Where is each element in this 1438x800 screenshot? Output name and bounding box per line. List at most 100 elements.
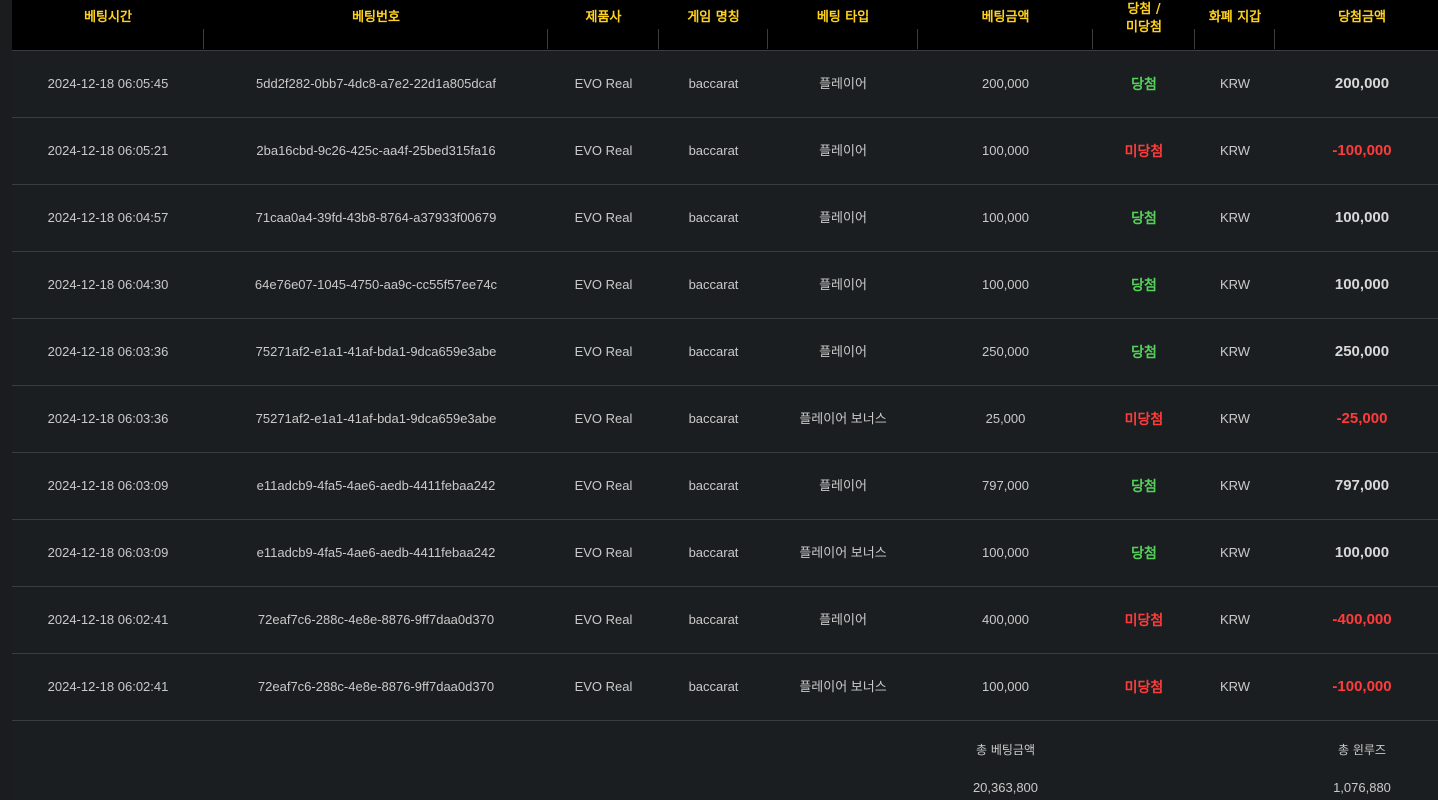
header-provider[interactable]: 제품사 [548, 0, 659, 50]
header-game-name[interactable]: 게임 명칭 [659, 0, 768, 50]
result-cell: 미당첨 [1124, 679, 1164, 695]
table-row[interactable]: 2024-12-18 06:03:36 75271af2-e1a1-41af-bd… [12, 386, 1438, 453]
header-currency-label: 화폐 지갑 [1208, 10, 1262, 25]
header-bet-type[interactable]: 베팅 타입 [768, 0, 918, 50]
bet-time-cell: 2024-12-18 06:03:09 [47, 545, 169, 560]
game-name-cell: baccarat [688, 143, 739, 158]
bet-time-cell: 2024-12-18 06:03:36 [47, 344, 169, 359]
table-row[interactable]: 2024-12-18 06:02:41 72eaf7c6-288c-4e8e-88… [12, 654, 1438, 721]
currency-cell: KRW [1219, 545, 1251, 560]
provider-cell: EVO Real [574, 411, 633, 426]
header-bet-amount[interactable]: 베팅금액 [918, 0, 1093, 50]
provider-cell: EVO Real [574, 76, 633, 91]
win-amount-cell: 797,000 [1334, 477, 1390, 494]
currency-cell: KRW [1219, 143, 1251, 158]
result-cell: 당첨 [1131, 76, 1157, 92]
result-cell: 미당첨 [1124, 411, 1164, 427]
bet-time-cell: 2024-12-18 06:03:36 [47, 411, 169, 426]
result-cell: 당첨 [1131, 277, 1157, 293]
header-result[interactable]: 당첨 / 미당첨 [1093, 0, 1195, 50]
bet-type-cell: 플레이어 보너스 [799, 411, 887, 426]
total-bet-label: 총 베팅금액 [975, 743, 1035, 757]
win-amount-cell: 100,000 [1334, 276, 1390, 293]
bet-id-cell: 75271af2-e1a1-41af-bda1-9dca659e3abe [255, 411, 497, 426]
currency-cell: KRW [1219, 612, 1251, 627]
result-cell: 당첨 [1131, 478, 1157, 494]
result-cell: 당첨 [1131, 210, 1157, 226]
bet-type-cell: 플레이어 [819, 344, 867, 359]
bet-amount-cell: 400,000 [982, 612, 1029, 627]
header-provider-label: 제품사 [585, 10, 622, 25]
win-amount-cell: 100,000 [1334, 209, 1390, 226]
total-winloss-label: 총 윈루즈 [1338, 743, 1386, 757]
bet-type-cell: 플레이어 [819, 210, 867, 225]
table-row[interactable]: 2024-12-18 06:03:36 75271af2-e1a1-41af-bd… [12, 319, 1438, 386]
currency-cell: KRW [1219, 210, 1251, 225]
game-name-cell: baccarat [688, 545, 739, 560]
bet-amount-cell: 100,000 [982, 210, 1029, 225]
header-result-line2: 미당첨 [1126, 20, 1162, 35]
table-row[interactable]: 2024-12-18 06:03:09 e11adcb9-4fa5-4ae6-ae… [12, 520, 1438, 587]
header-result-line1: 당첨 / [1127, 2, 1161, 17]
bet-id-cell: 72eaf7c6-288c-4e8e-8876-9ff7daa0d370 [257, 679, 495, 694]
game-name-cell: baccarat [688, 210, 739, 225]
bet-id-cell: 75271af2-e1a1-41af-bda1-9dca659e3abe [255, 344, 497, 359]
win-amount-cell: -100,000 [1332, 142, 1392, 159]
table-footer-totals: 총 베팅금액 20,363,800 총 윈루즈 1,076,880 [12, 721, 1438, 800]
bet-time-cell: 2024-12-18 06:02:41 [47, 679, 169, 694]
bet-amount-cell: 250,000 [982, 344, 1029, 359]
win-amount-cell: -400,000 [1332, 611, 1392, 628]
table-row[interactable]: 2024-12-18 06:02:41 72eaf7c6-288c-4e8e-88… [12, 587, 1438, 654]
bet-amount-cell: 100,000 [982, 679, 1029, 694]
game-name-cell: baccarat [688, 679, 739, 694]
win-amount-cell: 100,000 [1334, 544, 1390, 561]
header-win-amount-label: 당첨금액 [1338, 10, 1386, 25]
header-currency[interactable]: 화폐 지갑 [1195, 0, 1275, 50]
provider-cell: EVO Real [574, 344, 633, 359]
left-edge [0, 0, 12, 800]
header-game-name-label: 게임 명칭 [687, 10, 740, 25]
table-row[interactable]: 2024-12-18 06:05:45 5dd2f282-0bb7-4dc8-a7… [12, 51, 1438, 118]
provider-cell: EVO Real [574, 143, 633, 158]
bet-id-cell: 5dd2f282-0bb7-4dc8-a7e2-22d1a805dcaf [256, 76, 496, 91]
header-bet-id[interactable]: 베팅번호 [204, 0, 548, 50]
bet-id-cell: e11adcb9-4fa5-4ae6-aedb-4411febaa242 [256, 545, 496, 560]
table-header: 베팅시간 베팅번호 제품사 게임 명칭 베팅 타입 베팅금액 당첨 / 미당첨 … [12, 0, 1438, 51]
result-cell: 미당첨 [1124, 612, 1164, 628]
bet-amount-cell: 100,000 [982, 277, 1029, 292]
table-row[interactable]: 2024-12-18 06:04:57 71caa0a4-39fd-43b8-87… [12, 185, 1438, 252]
currency-cell: KRW [1219, 76, 1251, 91]
win-amount-cell: 250,000 [1334, 343, 1390, 360]
win-amount-cell: -25,000 [1336, 410, 1388, 427]
header-win-amount[interactable]: 당첨금액 [1275, 0, 1438, 50]
bet-type-cell: 플레이어 [819, 143, 867, 158]
bet-type-cell: 플레이어 보너스 [799, 679, 887, 694]
bet-id-cell: 2ba16cbd-9c26-425c-aa4f-25bed315fa16 [256, 143, 496, 158]
bet-type-cell: 플레이어 [819, 277, 867, 292]
bet-history-table: 베팅시간 베팅번호 제품사 게임 명칭 베팅 타입 베팅금액 당첨 / 미당첨 … [12, 0, 1438, 800]
result-cell: 미당첨 [1124, 143, 1164, 159]
result-cell: 당첨 [1131, 344, 1157, 360]
header-bet-time[interactable]: 베팅시간 [12, 0, 204, 50]
game-name-cell: baccarat [688, 76, 739, 91]
header-bet-id-label: 베팅번호 [352, 10, 400, 25]
table-row[interactable]: 2024-12-18 06:04:30 64e76e07-1045-4750-aa… [12, 252, 1438, 319]
provider-cell: EVO Real [574, 210, 633, 225]
bet-amount-cell: 25,000 [985, 411, 1026, 426]
currency-cell: KRW [1219, 478, 1251, 493]
currency-cell: KRW [1219, 679, 1251, 694]
header-result-label: 당첨 / 미당첨 [1093, 1, 1195, 37]
result-cell: 당첨 [1131, 545, 1157, 561]
bet-id-cell: e11adcb9-4fa5-4ae6-aedb-4411febaa242 [256, 478, 496, 493]
win-amount-cell: -100,000 [1332, 678, 1392, 695]
bet-amount-cell: 100,000 [982, 143, 1029, 158]
table-row[interactable]: 2024-12-18 06:05:21 2ba16cbd-9c26-425c-aa… [12, 118, 1438, 185]
header-bet-time-label: 베팅시간 [84, 10, 132, 25]
header-bet-amount-label: 베팅금액 [981, 10, 1030, 25]
game-name-cell: baccarat [688, 612, 739, 627]
bet-type-cell: 플레이어 [819, 76, 867, 91]
table-row[interactable]: 2024-12-18 06:03:09 e11adcb9-4fa5-4ae6-ae… [12, 453, 1438, 520]
currency-cell: KRW [1219, 277, 1251, 292]
bet-type-cell: 플레이어 [819, 612, 867, 627]
bet-time-cell: 2024-12-18 06:02:41 [47, 612, 169, 627]
